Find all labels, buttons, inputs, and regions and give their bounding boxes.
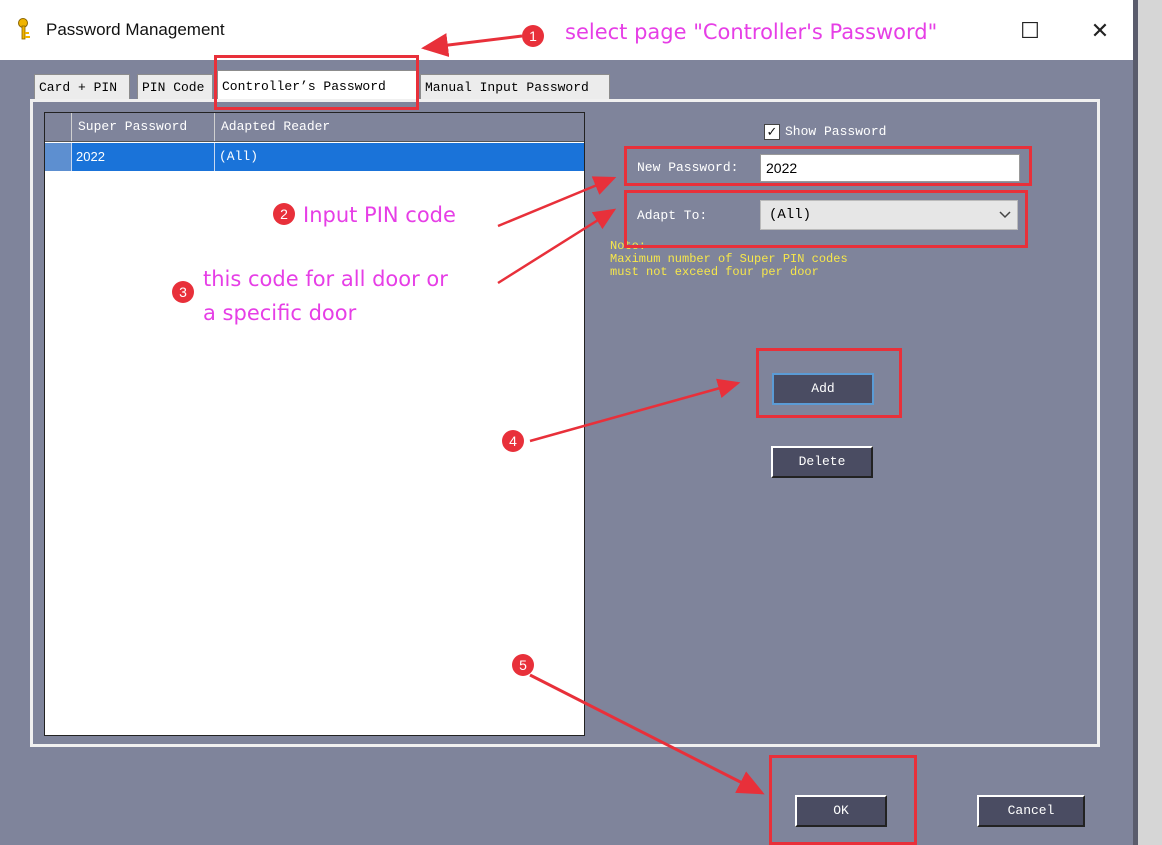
- annotation-step-3-line-1: this code for all door or: [203, 267, 448, 291]
- arrow-1: [421, 33, 523, 57]
- annotation-arrows: [421, 33, 765, 795]
- arrow-3: [497, 208, 617, 285]
- annotation-step-1: select page "Controller's Password": [565, 20, 938, 44]
- annotation-step-3: this code for all door or a specific doo…: [203, 262, 448, 330]
- arrow-2: [497, 176, 617, 228]
- step-badge-5: 5: [512, 654, 534, 676]
- arrow-4: [529, 378, 741, 443]
- arrow-5: [529, 673, 765, 795]
- annotation-step-3-line-2: a specific door: [203, 301, 357, 325]
- step-badge-3: 3: [172, 281, 194, 303]
- step-badge-2: 2: [273, 203, 295, 225]
- annotation-step-2: Input PIN code: [303, 203, 456, 227]
- step-badge-4: 4: [502, 430, 524, 452]
- step-badge-1: 1: [522, 25, 544, 47]
